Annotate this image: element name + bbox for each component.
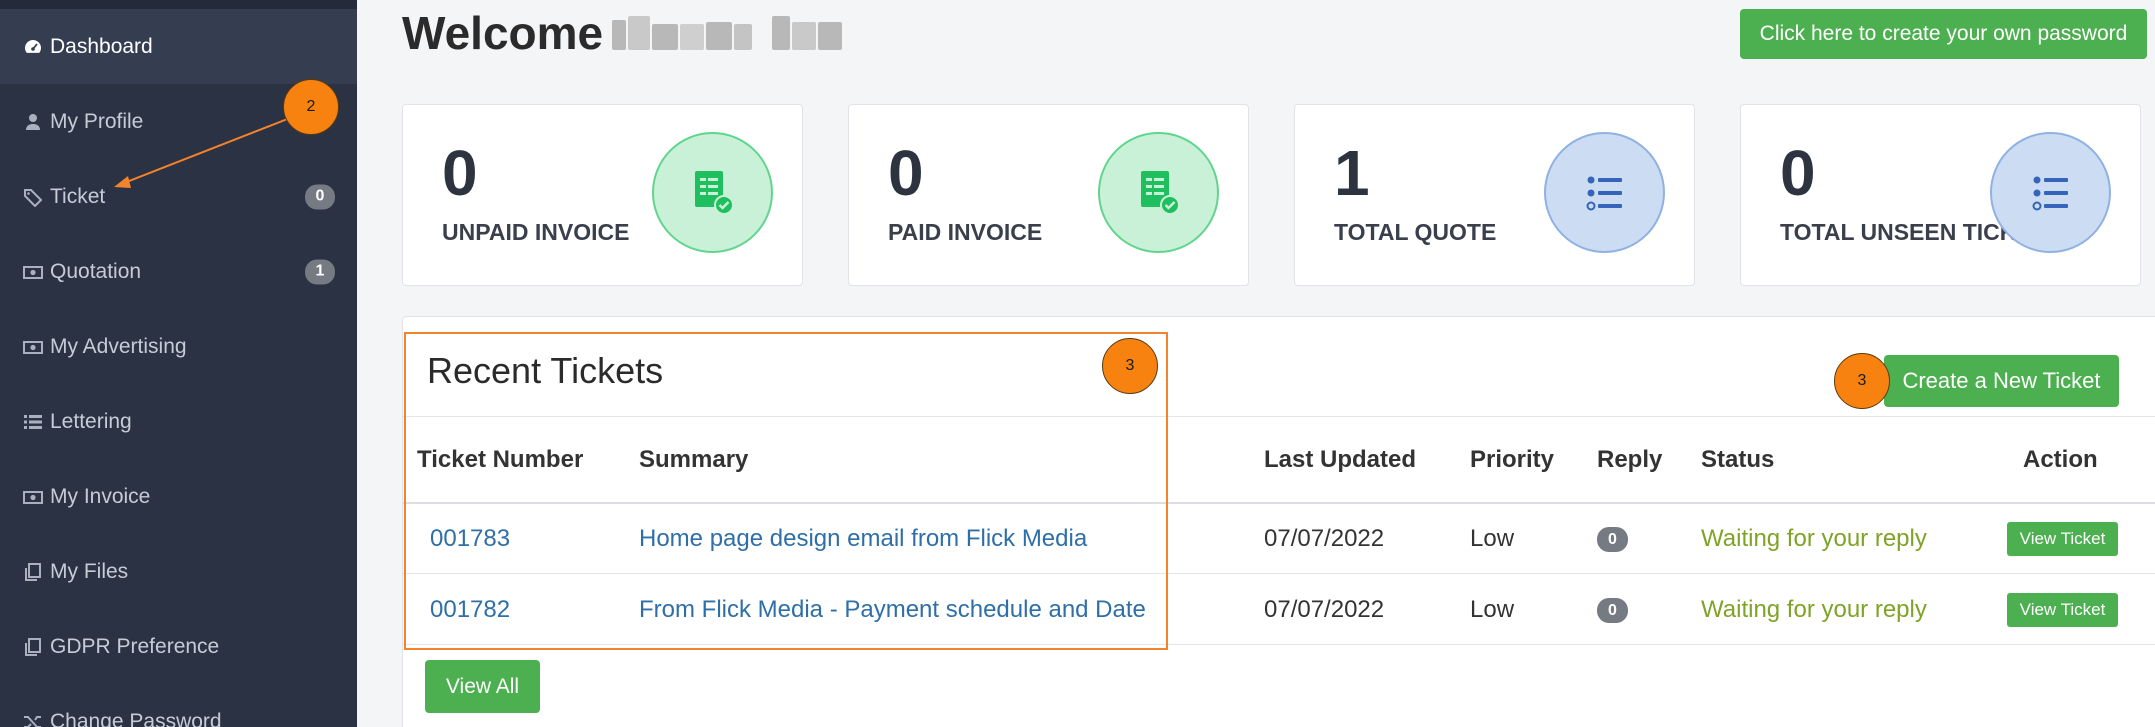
stat-label: TOTAL QUOTE	[1334, 219, 1497, 245]
quotation-count-badge: 1	[305, 259, 335, 284]
sidebar-item-ticket[interactable]: Ticket 0	[0, 159, 357, 234]
create-new-ticket-button[interactable]: Create a New Ticket	[1884, 355, 2119, 407]
annotation-marker: 2	[283, 79, 339, 135]
sidebar-item-dashboard[interactable]: Dashboard	[0, 9, 357, 84]
ticket-count-badge: 0	[305, 184, 335, 209]
stat-value: 0	[1780, 137, 1816, 209]
stat-card-paid-invoice: 0 PAID INVOICE	[848, 104, 1249, 286]
ticket-priority: Low	[1470, 525, 1515, 552]
money-icon	[22, 486, 44, 508]
sidebar-item-my-files[interactable]: My Files	[0, 534, 357, 609]
dashboard-icon	[22, 36, 44, 58]
annotation-marker: 3	[1102, 338, 1158, 394]
sidebar-item-label: Dashboard	[50, 34, 153, 58]
tag-icon	[22, 186, 44, 208]
sidebar-item-label: Ticket	[50, 184, 106, 208]
ticket-last-updated: 07/07/2022	[1264, 596, 1385, 623]
money-icon	[22, 336, 44, 358]
annotation-marker: 3	[1834, 353, 1890, 409]
ticket-last-updated: 07/07/2022	[1264, 525, 1385, 552]
page-title: Welcome	[402, 7, 604, 59]
view-ticket-button[interactable]: View Ticket	[2007, 522, 2118, 556]
column-header-priority: Priority	[1470, 446, 1555, 473]
sidebar-top-strip	[0, 0, 357, 9]
list-icon	[22, 411, 44, 433]
column-header-reply: Reply	[1597, 446, 1663, 473]
stat-card-total-quote: 1 TOTAL QUOTE	[1294, 104, 1695, 286]
create-password-button[interactable]: Click here to create your own password	[1740, 9, 2147, 59]
view-ticket-button[interactable]: View Ticket	[2007, 593, 2118, 627]
stat-value: 1	[1334, 137, 1370, 209]
sidebar-item-label: My Invoice	[50, 484, 151, 508]
sidebar-item-label: Lettering	[50, 409, 132, 433]
ticket-priority: Low	[1470, 596, 1515, 623]
sidebar-item-label: Change Password	[50, 709, 222, 727]
money-icon	[22, 261, 44, 283]
sidebar-item-label: My Profile	[50, 109, 144, 133]
sidebar-item-label: GDPR Preference	[50, 634, 220, 658]
list-bullets-icon	[1544, 132, 1665, 253]
ticket-status: Waiting for your reply	[1701, 596, 1927, 623]
sidebar-item-change-password[interactable]: Change Password	[0, 684, 357, 727]
sidebar-item-my-invoice[interactable]: My Invoice	[0, 459, 357, 534]
sidebar-item-lettering[interactable]: Lettering	[0, 384, 357, 459]
files-icon	[22, 561, 44, 583]
invoice-check-icon	[652, 132, 773, 253]
stat-card-unpaid-invoice: 0 UNPAID INVOICE	[402, 104, 803, 286]
stat-value: 0	[442, 137, 478, 209]
invoice-check-icon	[1098, 132, 1219, 253]
user-icon	[22, 111, 44, 133]
column-header-last-updated: Last Updated	[1264, 446, 1417, 473]
files-icon	[22, 636, 44, 658]
sidebar-item-label: Quotation	[50, 259, 142, 283]
view-all-button[interactable]: View All	[425, 660, 540, 713]
redacted-username	[612, 14, 844, 54]
reply-count-badge: 0	[1597, 598, 1628, 623]
sidebar-item-label: My Advertising	[50, 334, 187, 358]
sidebar-item-my-advertising[interactable]: My Advertising	[0, 309, 357, 384]
column-header-action: Action	[2023, 446, 2098, 473]
sidebar-item-quotation[interactable]: Quotation 1	[0, 234, 357, 309]
stat-value: 0	[888, 137, 924, 209]
stat-label: UNPAID INVOICE	[442, 219, 630, 245]
column-header-status: Status	[1701, 446, 1775, 473]
stat-card-total-unseen-tickets: 0 TOTAL UNSEEN TICKETS	[1740, 104, 2141, 286]
annotation-highlight-box	[404, 332, 1168, 650]
sidebar-item-label: My Files	[50, 559, 129, 583]
random-icon	[22, 711, 44, 727]
list-bullets-icon	[1990, 132, 2111, 253]
sidebar-item-gdpr-preference[interactable]: GDPR Preference	[0, 609, 357, 684]
stat-label: PAID INVOICE	[888, 219, 1043, 245]
reply-count-badge: 0	[1597, 527, 1628, 552]
ticket-status: Waiting for your reply	[1701, 525, 1927, 552]
